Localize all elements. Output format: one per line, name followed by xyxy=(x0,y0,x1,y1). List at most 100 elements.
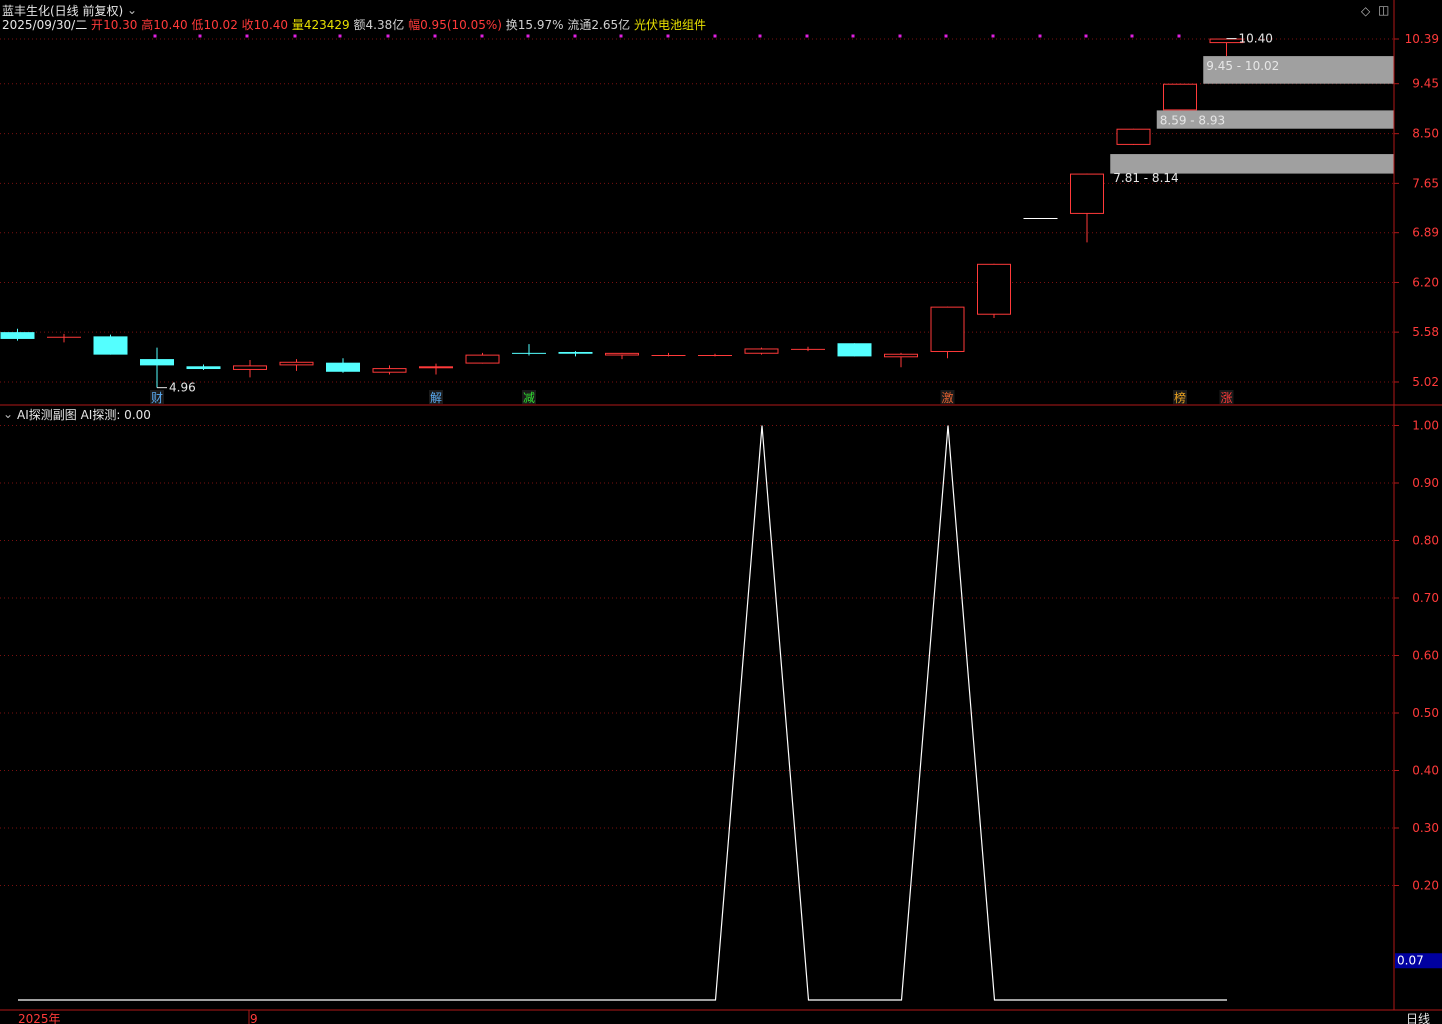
price-tick-label: 5.02 xyxy=(1412,375,1439,389)
window-toggle-icon[interactable]: ◫ xyxy=(1378,3,1389,17)
candle-body xyxy=(1116,128,1151,145)
marker-dot xyxy=(573,34,577,38)
marker-dot xyxy=(386,34,390,38)
marker-dot xyxy=(480,34,484,38)
year-label: 2025年 xyxy=(18,1012,61,1024)
candle-body xyxy=(512,352,546,354)
high-label: 高 xyxy=(141,18,154,32)
price-axis: 10.39 9.45 8.50 7.65 6.89 6.20 5.58 5.02 xyxy=(0,0,1442,1011)
gap-zone-label: 7.81 - 8.14 xyxy=(1113,171,1178,185)
marker-dot xyxy=(758,34,762,38)
turnover-label: 换 xyxy=(505,18,518,32)
marker-dot xyxy=(433,34,437,38)
price-tick-label: 6.20 xyxy=(1412,275,1439,289)
candle-body xyxy=(93,336,128,355)
ai-detect-value: AI探测: 0.00 xyxy=(80,408,151,422)
candle-body xyxy=(140,359,174,366)
sub-tick-label: 0.70 xyxy=(1412,591,1439,605)
marker-dot xyxy=(666,34,670,38)
price-annotations: 7.81 - 8.14 8.59 - 8.93 9.45 - 10.02 4.96 10… xyxy=(157,32,1279,395)
candle-body xyxy=(186,366,221,370)
event-marker: 榜 xyxy=(1174,390,1186,405)
candlesticks xyxy=(0,38,1244,388)
sub-tick-label: 0.90 xyxy=(1412,476,1439,490)
high-value: 10.40 xyxy=(153,18,188,32)
event-marker: 涨 xyxy=(1220,390,1232,405)
open-value: 10.30 xyxy=(103,18,138,32)
marker-dot xyxy=(1177,34,1181,38)
candle-body xyxy=(605,352,639,356)
event-marker: 减 xyxy=(523,391,535,405)
event-markers: 财解减激榜涨 xyxy=(150,390,1234,405)
sub-tick-label: 0.60 xyxy=(1412,649,1439,663)
change-value: 0.95(10.05%) xyxy=(420,18,502,32)
volume-value: 423429 xyxy=(303,18,350,32)
candle-body xyxy=(884,353,918,358)
candle-body xyxy=(233,365,267,370)
candle-body xyxy=(372,368,407,373)
price-annotation: 10.40 xyxy=(1239,32,1273,46)
marker-dot xyxy=(198,34,202,38)
candle-body xyxy=(0,332,35,339)
marker-dot xyxy=(1038,34,1042,38)
event-marker: 财 xyxy=(151,391,163,405)
sub-tick-label: 0.50 xyxy=(1412,706,1439,720)
marker-dot xyxy=(851,34,855,38)
sub-chart-name[interactable]: AI探测副图 xyxy=(17,408,77,422)
price-annotation: 4.96 xyxy=(169,381,196,395)
marker-dot xyxy=(1130,34,1134,38)
turnover-value: 15.97% xyxy=(517,18,564,32)
close-label: 收 xyxy=(241,18,254,32)
chevron-down-icon[interactable]: ⌄ xyxy=(127,3,137,17)
ai-detect-line xyxy=(18,425,1227,1001)
close-value: 10.40 xyxy=(253,18,289,32)
volume-label: 量 xyxy=(291,18,304,32)
sub-tick-label: 0.40 xyxy=(1412,764,1439,778)
candle-body xyxy=(465,354,500,364)
current-value-label: 0.07 xyxy=(1397,953,1424,967)
marker-dot xyxy=(526,34,530,38)
marker-dot xyxy=(619,34,623,38)
chart-stage: 7.81 - 8.148.59 - 8.939.45 - 10.024.9610… xyxy=(0,0,1442,1024)
gap-zone-label: 8.59 - 8.93 xyxy=(1160,113,1225,127)
stock-title[interactable]: 蓝丰生化(日线 前复权) xyxy=(2,4,123,18)
price-tick-label: 6.89 xyxy=(1412,226,1439,240)
marker-dot xyxy=(713,34,717,38)
chevron-down-icon[interactable]: ⌄ xyxy=(3,407,13,421)
sub-tick-label: 0.80 xyxy=(1412,534,1439,548)
candle-body xyxy=(279,361,314,366)
marker-dot xyxy=(805,34,809,38)
marker-dot xyxy=(245,34,249,38)
candle-body xyxy=(837,343,872,357)
sub-header: AI探测副图 AI探测: 0.00 xyxy=(17,408,151,422)
marker-dot xyxy=(1084,34,1088,38)
price-tick-label: 9.45 xyxy=(1412,77,1439,91)
change-label: 幅 xyxy=(408,18,421,32)
float-value: 2.65亿 xyxy=(591,18,631,32)
sub-tick-label: 0.20 xyxy=(1412,879,1439,893)
price-tick-label: 5.58 xyxy=(1412,325,1439,339)
marker-dot xyxy=(991,34,995,38)
low-label: 低 xyxy=(191,18,204,32)
marker-dot xyxy=(338,34,342,38)
candle-body xyxy=(558,351,593,354)
event-marker: 激 xyxy=(941,391,953,405)
time-axis: 2025年 9 日线 xyxy=(18,1010,1430,1024)
float-label: 流通 xyxy=(567,18,592,32)
ai-detect-series xyxy=(18,425,1227,1001)
gap-zones xyxy=(1110,56,1394,174)
price-tick-label: 8.50 xyxy=(1412,127,1439,141)
price-tick-label: 7.65 xyxy=(1412,176,1439,190)
sub-tick-label: 1.00 xyxy=(1412,419,1439,433)
price-tick-label: 10.39 xyxy=(1405,32,1439,46)
open-label: 开 xyxy=(91,18,104,32)
month-label: 9 xyxy=(250,1012,258,1024)
amount-label: 额 xyxy=(353,18,366,32)
ai-detect-axis: 1.00 0.90 0.80 0.70 0.60 0.50 0.40 0.30 0.20 0.07 xyxy=(1394,419,1442,969)
concept-tag[interactable]: 光伏电池组件 xyxy=(634,18,706,32)
candle-body xyxy=(977,263,1011,315)
diamond-icon[interactable]: ◇ xyxy=(1361,4,1370,18)
quote-row: 2025/09/30/二 开10.30 高10.40 低10.02 收10.40… xyxy=(2,18,706,32)
candle-body xyxy=(930,306,965,352)
marker-dot xyxy=(944,34,948,38)
